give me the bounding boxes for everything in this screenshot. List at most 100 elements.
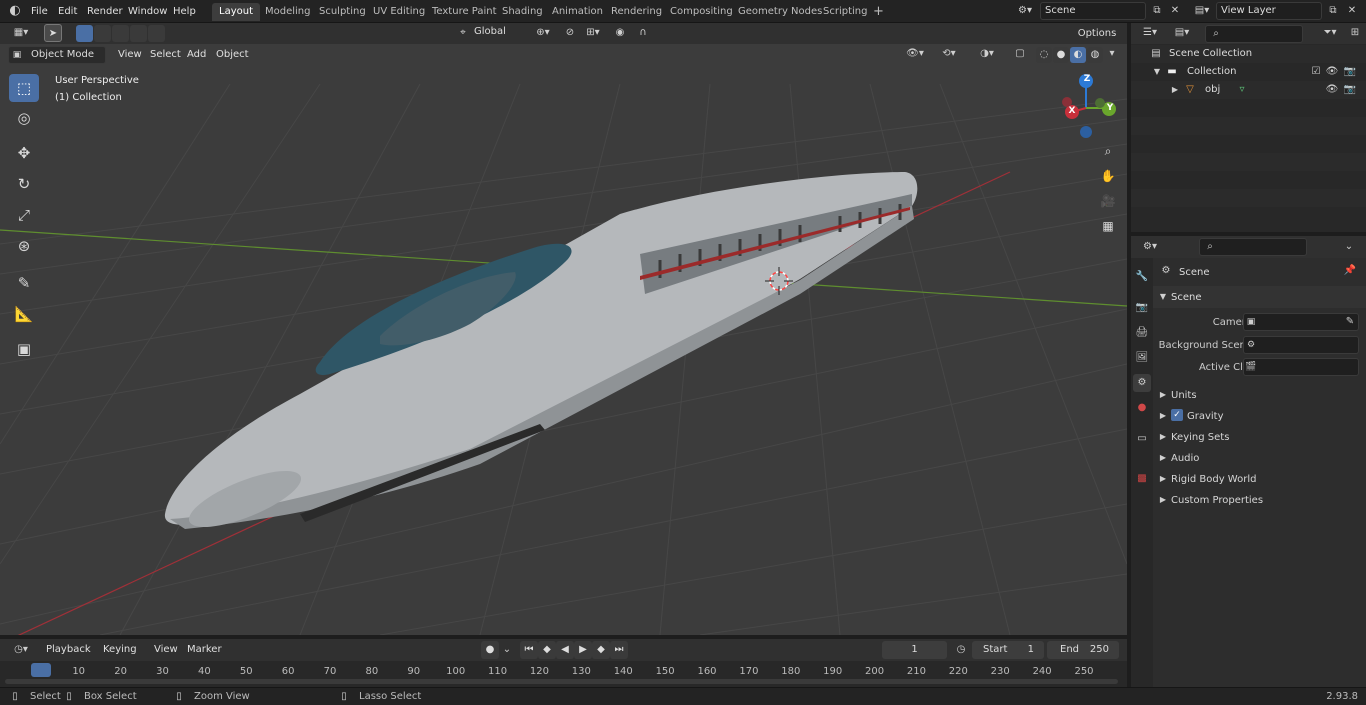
set-selection-icon[interactable]: [76, 25, 93, 42]
scene-tab-icon[interactable]: ⚙: [1133, 374, 1151, 392]
options-chevron-icon[interactable]: ⌄: [1341, 238, 1357, 256]
tab-shading[interactable]: Shading: [495, 3, 550, 21]
keying-sets-panel-header[interactable]: ▶ Keying Sets: [1153, 426, 1366, 447]
menu-edit[interactable]: Edit: [58, 3, 77, 20]
scene-name-field[interactable]: Scene: [1040, 2, 1146, 20]
scene-panel-header[interactable]: ▼ Scene: [1153, 286, 1366, 308]
tool-tab-icon[interactable]: 🔧: [1133, 268, 1151, 286]
snap-icon[interactable]: ⊘: [562, 24, 578, 42]
view-layer-tab-icon[interactable]: 🖼: [1133, 349, 1151, 367]
gizmo-toggle-icon[interactable]: ⟲▾: [934, 45, 964, 63]
subtract-selection-icon[interactable]: [112, 25, 129, 42]
rendered-shading-icon[interactable]: ◍: [1087, 47, 1103, 63]
new-scene-icon[interactable]: ⧉: [1149, 2, 1165, 20]
intersect-selection-icon[interactable]: [148, 25, 165, 42]
texture-tab-icon[interactable]: ▩: [1133, 470, 1151, 488]
menu-file[interactable]: File: [31, 3, 48, 20]
panel-expand-chevron-icon[interactable]: ▶: [1157, 470, 1169, 488]
view-layer-field[interactable]: View Layer: [1216, 2, 1322, 20]
menu-help[interactable]: Help: [173, 3, 196, 20]
visibility-icon[interactable]: 👁▾: [902, 45, 928, 63]
hide-eye-icon[interactable]: 👁: [1325, 63, 1339, 81]
solid-shading-icon[interactable]: ●: [1053, 47, 1069, 63]
timeline-scrollbar[interactable]: [5, 679, 1118, 684]
world-tab-icon[interactable]: ●: [1133, 399, 1151, 417]
camera-field[interactable]: [1243, 313, 1359, 331]
gravity-checkbox[interactable]: ✓: [1171, 409, 1183, 421]
panel-expand-chevron-icon[interactable]: ▶: [1157, 386, 1169, 404]
cursor-tool-icon[interactable]: ◎: [9, 104, 39, 132]
camera-view-icon[interactable]: 🎥: [1097, 190, 1119, 212]
menu-view[interactable]: View: [118, 46, 142, 63]
options-dropdown[interactable]: Options: [1070, 25, 1124, 42]
panel-expand-chevron-icon[interactable]: ▶: [1157, 449, 1169, 467]
snap-target-icon[interactable]: ⊞▾: [580, 24, 606, 42]
delete-view-layer-icon[interactable]: ✕: [1344, 2, 1360, 20]
transform-tool-icon[interactable]: ⊛: [9, 232, 39, 260]
background-scene-field[interactable]: [1243, 336, 1359, 354]
rotate-tool-icon[interactable]: ↻: [9, 170, 39, 198]
menu-render[interactable]: Render: [87, 3, 123, 20]
view-layer-icon[interactable]: ▤▾: [1190, 2, 1214, 20]
panel-expand-chevron-icon[interactable]: ▶: [1157, 428, 1169, 446]
custom-properties-panel-header[interactable]: ▶ Custom Properties: [1153, 489, 1366, 510]
menu-add[interactable]: Add: [187, 46, 206, 63]
pin-icon[interactable]: 📌: [1343, 262, 1357, 280]
expand-chevron-icon[interactable]: ▶: [1169, 81, 1181, 99]
tab-modeling[interactable]: Modeling: [258, 3, 318, 21]
pivot-point-icon[interactable]: ⊕▾: [530, 24, 556, 42]
scale-tool-icon[interactable]: ⤢: [9, 201, 39, 229]
annotate-tool-icon[interactable]: ✎: [9, 269, 39, 297]
new-collection-icon[interactable]: ⊞: [1347, 24, 1363, 42]
render-camera-icon[interactable]: 📷: [1343, 63, 1357, 81]
blender-logo-icon[interactable]: ◐: [6, 2, 24, 20]
tab-rendering[interactable]: Rendering: [604, 3, 669, 21]
outliner-row-collection[interactable]: ▼ ▬ Collection ☑ 👁 📷: [1131, 63, 1366, 81]
zoom-icon[interactable]: ⌕: [1097, 140, 1119, 162]
filter-icon[interactable]: ⏷▾: [1317, 24, 1343, 42]
panel-expand-chevron-icon[interactable]: ▼: [1157, 288, 1169, 306]
outliner-editor-icon[interactable]: ☰▾: [1137, 24, 1163, 42]
editor-type-icon[interactable]: ▦▾: [8, 24, 34, 42]
audio-panel-header[interactable]: ▶ Audio: [1153, 447, 1366, 468]
overlay-toggle-icon[interactable]: ◑▾: [972, 45, 1002, 63]
tab-layout[interactable]: Layout: [212, 3, 260, 21]
tab-geometry-nodes[interactable]: Geometry Nodes: [731, 3, 829, 21]
perspective-toggle-icon[interactable]: ▦: [1097, 215, 1119, 237]
new-view-layer-icon[interactable]: ⧉: [1325, 2, 1341, 20]
invert-selection-icon[interactable]: [130, 25, 147, 42]
eyedropper-icon[interactable]: ✎: [1343, 313, 1357, 331]
menu-window[interactable]: Window: [128, 3, 167, 20]
scene-icon[interactable]: ⚙▾: [1013, 2, 1037, 20]
add-workspace-button[interactable]: +: [866, 3, 891, 21]
render-camera-icon[interactable]: 📷: [1343, 81, 1357, 99]
gravity-panel-header[interactable]: ▶ ✓ Gravity: [1153, 405, 1366, 426]
move-tool-icon[interactable]: ✥: [9, 139, 39, 167]
delete-scene-icon[interactable]: ✕: [1167, 2, 1183, 20]
transform-orientation-dropdown[interactable]: Global: [470, 24, 524, 42]
menu-select[interactable]: Select: [150, 46, 181, 63]
pan-hand-icon[interactable]: ✋: [1097, 165, 1119, 187]
playhead-marker[interactable]: [31, 663, 51, 677]
outliner-row-obj[interactable]: ▶ ▽ obj ▿ 👁 📷: [1131, 81, 1366, 99]
shading-options-chevron-icon[interactable]: ▾: [1104, 45, 1120, 63]
xray-toggle-icon[interactable]: ▢: [1012, 45, 1028, 63]
measure-tool-icon[interactable]: 📐: [9, 300, 39, 328]
tab-animation[interactable]: Animation: [545, 3, 610, 21]
tab-texture-paint[interactable]: Texture Paint: [425, 3, 504, 21]
collection-tab-icon[interactable]: ▭: [1133, 430, 1151, 448]
tab-compositing[interactable]: Compositing: [663, 3, 740, 21]
hide-eye-icon[interactable]: 👁: [1325, 81, 1339, 99]
panel-expand-chevron-icon[interactable]: ▶: [1157, 491, 1169, 509]
wireframe-shading-icon[interactable]: ◌: [1036, 47, 1052, 63]
add-cube-tool-icon[interactable]: ▣: [9, 335, 39, 363]
display-mode-icon[interactable]: ▤▾: [1169, 24, 1195, 42]
expand-chevron-icon[interactable]: ▼: [1151, 63, 1163, 81]
exclude-checkbox-icon[interactable]: ☑: [1309, 63, 1323, 81]
menu-object[interactable]: Object: [216, 46, 249, 63]
output-tab-icon[interactable]: 🖨: [1133, 324, 1151, 342]
select-tool-icon[interactable]: ➤: [44, 24, 62, 42]
active-clip-field[interactable]: [1243, 358, 1359, 376]
properties-editor-icon[interactable]: ⚙▾: [1137, 238, 1163, 256]
proportional-edit-icon[interactable]: ◉: [612, 24, 628, 42]
